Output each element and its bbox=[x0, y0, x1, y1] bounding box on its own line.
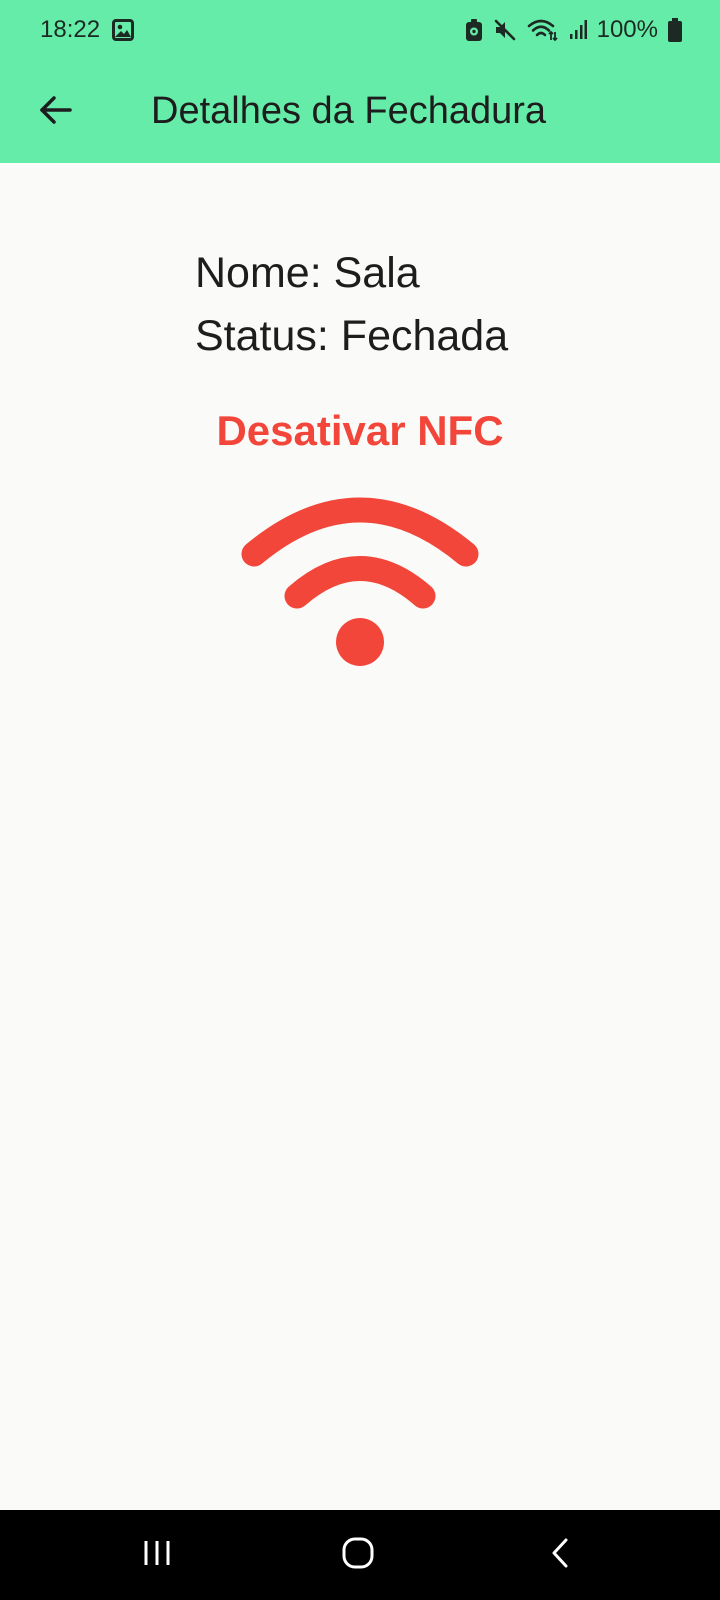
arrow-back-icon bbox=[39, 95, 73, 130]
status-time: 18:22 bbox=[40, 16, 101, 43]
home-icon bbox=[342, 1537, 374, 1574]
nfc-wifi-icon[interactable] bbox=[230, 486, 490, 671]
wifi-icon bbox=[527, 18, 559, 42]
toolbar: Detalhes da Fechadura bbox=[0, 72, 720, 152]
back-button[interactable] bbox=[28, 84, 84, 140]
system-nav-bar bbox=[0, 1510, 720, 1600]
signal-icon bbox=[569, 19, 587, 41]
home-button[interactable] bbox=[313, 1528, 403, 1582]
app-bar: 18:22 100% Detalhes da Fechadura bbox=[0, 0, 720, 163]
image-icon bbox=[112, 19, 135, 41]
back-icon bbox=[549, 1537, 571, 1574]
lock-info: Nome: Sala Status: Fechada bbox=[195, 242, 508, 368]
recent-apps-icon bbox=[142, 1539, 172, 1572]
lock-name: Nome: Sala bbox=[195, 249, 420, 297]
status-bar: 18:22 100% bbox=[0, 0, 720, 60]
lock-status: Status: Fechada bbox=[195, 312, 509, 360]
battery-icon bbox=[668, 18, 682, 42]
system-back-button[interactable] bbox=[515, 1528, 605, 1582]
disable-nfc-button[interactable]: Desativar NFC bbox=[0, 407, 720, 455]
battery-percent: 100% bbox=[596, 16, 658, 43]
page-title: Detalhes da Fechadura bbox=[151, 90, 547, 132]
mute-icon bbox=[493, 18, 517, 42]
lock-notification-icon bbox=[465, 18, 483, 42]
recent-apps-button[interactable] bbox=[112, 1528, 202, 1582]
